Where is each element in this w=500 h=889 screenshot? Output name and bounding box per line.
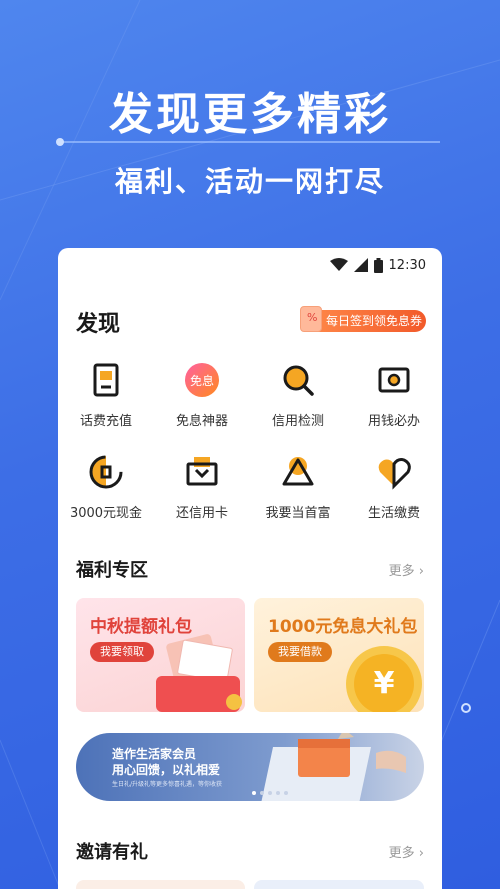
grid-item-label: 生活缴费 (367, 506, 420, 521)
grid-item-life-payment[interactable]: 生活缴费 (346, 452, 442, 521)
carousel-dot[interactable] (268, 791, 272, 795)
more-label: 更多 (388, 564, 415, 579)
grid-item-label: 信用检测 (271, 414, 324, 429)
battery-icon (373, 257, 383, 273)
banner-line-3: 生日礼/升级礼等更多惊喜礼遇，等你收获 (112, 781, 223, 788)
claim-button[interactable]: 我要领取 (90, 642, 154, 662)
phone-screen: 12:30 发现 % 每日签到领免息券 话费充值 免息 免息神器 信用检测 用钱… (58, 248, 442, 889)
grid-item-phone-recharge[interactable]: 话费充值 (58, 360, 154, 429)
chevron-right-icon: › (418, 564, 424, 579)
grid-item-cash[interactable]: 3000元现金 (58, 452, 154, 521)
benefits-more-link[interactable]: 更多 › (389, 560, 424, 579)
membership-banner[interactable]: 造作生活家会员 用心回馈，以礼相爱 生日礼/升级礼等更多惊喜礼遇，等你收获 (76, 733, 424, 801)
grid-item-rich[interactable]: 我要当首富 (250, 452, 346, 521)
coupon-icon: % (300, 306, 322, 332)
life-payment-icon (378, 458, 411, 490)
wallet-card-icon (378, 367, 410, 393)
wifi-icon (329, 258, 348, 271)
carousel-dot[interactable] (260, 791, 264, 795)
grid-item-credit-check[interactable]: 信用检测 (250, 360, 346, 429)
daily-checkin-promo[interactable]: % 每日签到领免息券 (300, 306, 426, 332)
benefits-title: 福利专区 (76, 560, 148, 581)
grid-item-label: 免息神器 (175, 414, 228, 429)
banner-line-1: 造作生活家会员 (112, 747, 197, 761)
invite-card-right[interactable] (254, 880, 424, 889)
chevron-right-icon: › (418, 846, 424, 861)
grid-item-repay-card[interactable]: 还信用卡 (154, 452, 250, 521)
benefit-title: 中秋提额礼包 (90, 617, 192, 637)
coupon-percent-glyph: % (307, 311, 318, 324)
banner-line-2: 用心回馈，以礼相爱 (112, 763, 221, 777)
grid-item-label: 还信用卡 (175, 506, 228, 521)
interest-free-icon: 免息 (185, 363, 219, 397)
grid-item-label: 用钱必办 (367, 414, 420, 429)
grid-item-label: 3000元现金 (69, 506, 143, 521)
credit-check-icon (283, 365, 314, 396)
carousel-dot[interactable] (276, 791, 280, 795)
carousel-dot[interactable] (284, 791, 288, 795)
status-bar: 12:30 (329, 256, 426, 274)
discover-title: 发现 (76, 312, 121, 337)
grid-item-label: 话费充值 (79, 414, 132, 429)
yuan-glyph: ¥ (373, 666, 395, 701)
carousel-dots (252, 791, 288, 795)
cash-coin-icon (89, 455, 123, 489)
grid-item-interest-free[interactable]: 免息 免息神器 (154, 360, 250, 429)
grid-item-wallet-card[interactable]: 用钱必办 (346, 360, 442, 429)
benefit-card-mid-autumn[interactable]: 中秋提额礼包 我要领取 (76, 598, 245, 712)
triangle-rich-icon (282, 457, 314, 486)
borrow-button[interactable]: 我要借款 (268, 642, 332, 662)
interest-free-icon-text: 免息 (190, 373, 214, 388)
promo-label: 每日签到领免息券 (326, 314, 423, 328)
invite-title: 邀请有礼 (76, 842, 148, 863)
grid-item-label: 我要当首富 (265, 506, 331, 521)
status-time: 12:30 (388, 257, 426, 273)
invite-card-left[interactable] (76, 880, 245, 889)
more-label: 更多 (388, 846, 415, 861)
benefit-card-interest-free[interactable]: ¥ 1000元免息大礼包 我要借款 (254, 598, 424, 712)
carousel-dot[interactable] (252, 791, 256, 795)
benefit-title: 1000元免息大礼包 (268, 617, 418, 637)
credit-card-repay-icon (186, 457, 218, 486)
hero-title: 发现更多精彩 (109, 89, 391, 140)
hero-subtitle: 福利、活动一网打尽 (114, 165, 385, 198)
invite-more-link[interactable]: 更多 › (389, 842, 424, 861)
signal-icon (353, 258, 368, 272)
phone-recharge-icon (93, 363, 119, 397)
